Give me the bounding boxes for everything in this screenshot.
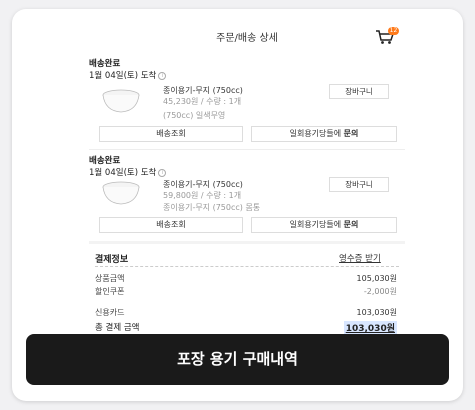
total-label: 총 결제 금액 [95, 323, 140, 333]
dashed-divider [95, 266, 399, 267]
inquiry-button-emphasis: 문의 [343, 220, 359, 229]
screenshot-card: 주문/배송 상세 12 배송완료 1월 04일(토) 도착 i 종이용기-무지 (… [12, 9, 463, 401]
caption-banner: 포장 용기 구매내역 [26, 334, 449, 385]
track-delivery-button[interactable]: 배송조회 [99, 217, 243, 233]
delivery-date: 1월 04일(토) 도착 i [89, 69, 167, 81]
product-amount-label: 상품금액 [95, 274, 125, 283]
order-status: 배송완료 [89, 59, 121, 69]
inquiry-button-emphasis: 문의 [343, 129, 359, 138]
track-delivery-button[interactable]: 배송조회 [99, 126, 243, 142]
discount-value: -2,000원 [363, 287, 397, 296]
cart-badge: 12 [388, 27, 399, 35]
payment-section-title: 결제정보 [95, 255, 129, 265]
inquiry-button[interactable]: 일회용기당들에 문의 [251, 126, 397, 142]
product-price-qty: 59,800원 / 수량 : 1개 [163, 191, 242, 200]
order-detail-screen: 주문/배송 상세 12 배송완료 1월 04일(토) 도착 i 종이용기-무지 (… [89, 9, 405, 339]
card-amount-value: 103,030원 [356, 308, 397, 317]
page-title: 주문/배송 상세 [216, 33, 278, 44]
delivery-date-text: 1월 04일(토) 도착 [89, 71, 157, 81]
add-to-cart-button[interactable]: 장바구니 [329, 177, 389, 192]
section-divider [89, 241, 405, 244]
info-icon[interactable]: i [158, 168, 167, 177]
product-thumbnail[interactable] [99, 177, 143, 207]
product-option: 종이용기-무지 (750cc) 몸통 [163, 203, 261, 212]
inquiry-button[interactable]: 일회용기당들에 문의 [251, 217, 397, 233]
product-option: (750cc) 일색무영 [163, 111, 226, 120]
inquiry-button-label: 일회용기당들에 [289, 129, 344, 138]
add-to-cart-button[interactable]: 장바구니 [329, 84, 389, 99]
info-icon[interactable]: i [158, 71, 167, 80]
total-amount-value: 103,030원 [343, 321, 397, 334]
product-amount-value: 105,030원 [356, 274, 397, 283]
order-status: 배송완료 [89, 156, 121, 166]
product-name[interactable]: 종이용기-무지 (750cc) [163, 179, 243, 190]
product-price-qty: 45,230원 / 수량 : 1개 [163, 97, 242, 106]
divider [89, 149, 405, 150]
discount-label: 할인쿠폰 [95, 287, 125, 296]
inquiry-button-label: 일회용기당들에 [289, 220, 344, 229]
product-name[interactable]: 종이용기-무지 (750cc) [163, 85, 243, 96]
receipt-link[interactable]: 영수증 받기 [339, 252, 381, 264]
product-thumbnail[interactable] [99, 85, 143, 115]
card-label: 신용카드 [95, 308, 125, 317]
